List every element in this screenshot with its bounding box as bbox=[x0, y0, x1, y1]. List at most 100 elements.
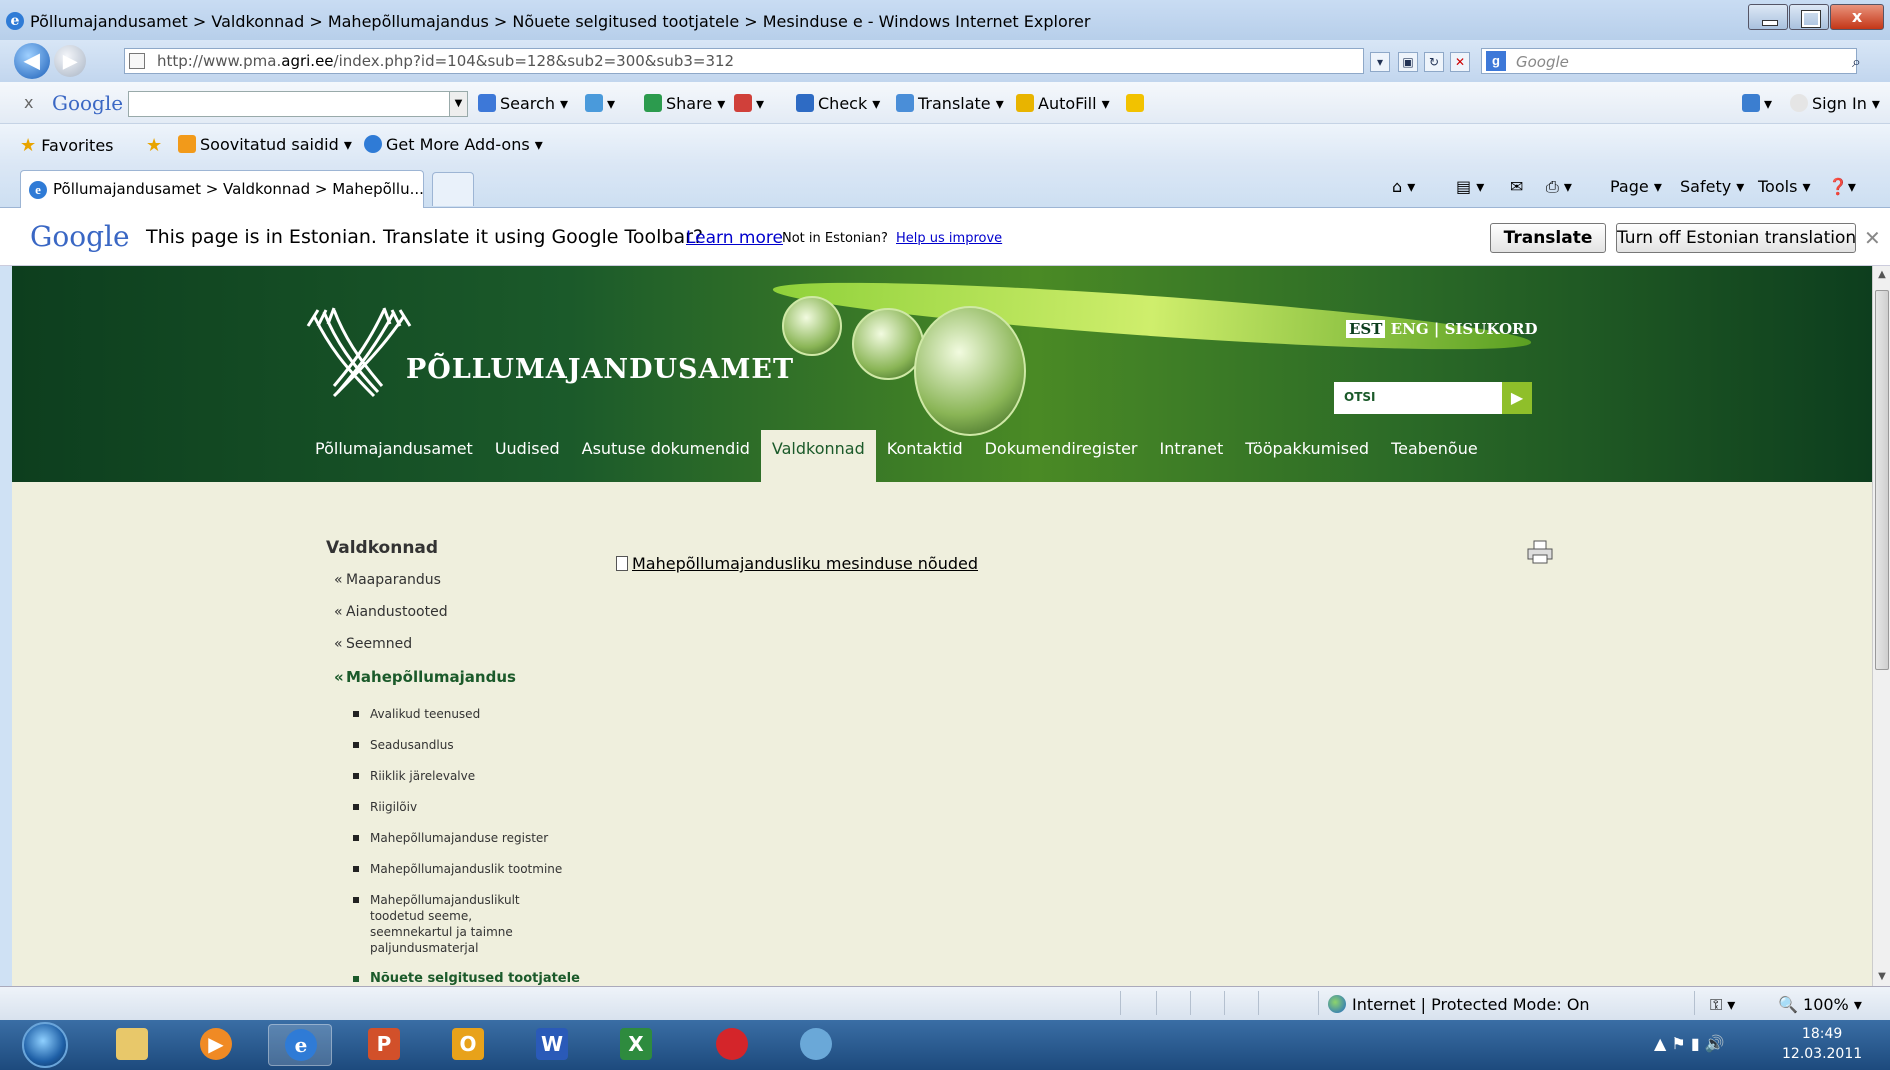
stop-icon[interactable]: ✕ bbox=[1450, 52, 1470, 72]
sidebar-subitem[interactable]: Riigilõiv bbox=[326, 799, 626, 815]
close-toolbar-icon[interactable]: x bbox=[24, 93, 33, 112]
toolbar-plus-button[interactable]: ▾ bbox=[585, 94, 615, 113]
taskbar-word[interactable]: W bbox=[520, 1024, 584, 1066]
nav-toopakkumised[interactable]: Tööpakkumised bbox=[1234, 430, 1380, 482]
search-box[interactable]: g Google bbox=[1481, 48, 1857, 74]
turn-off-translation-button[interactable]: Turn off Estonian translation bbox=[1616, 223, 1856, 253]
sitemap-link[interactable]: SISUKORD bbox=[1445, 320, 1538, 338]
divider bbox=[1156, 991, 1157, 1015]
help-improve-link[interactable]: Help us improve bbox=[896, 231, 1002, 246]
sidebar-subitem[interactable]: Mahepõllumajanduse register bbox=[326, 830, 626, 846]
taskbar-internet-explorer[interactable]: e bbox=[268, 1024, 332, 1066]
toolbar-search-button[interactable]: Search ▾ bbox=[478, 94, 568, 113]
tools-menu[interactable]: Tools ▾ bbox=[1758, 177, 1811, 196]
sidebar-item-maaparandus[interactable]: «Maaparandus bbox=[326, 572, 626, 604]
sidebar-subitem[interactable]: Mahepõllumajanduslik tootmine bbox=[326, 861, 626, 877]
water-drop-image bbox=[782, 296, 842, 356]
nav-valdkonnad[interactable]: Valdkonnad bbox=[760, 430, 876, 482]
scroll-thumb[interactable] bbox=[1875, 290, 1889, 670]
mail-icon[interactable]: ✉ bbox=[1510, 177, 1523, 196]
nav-asutuse-dokumendid[interactable]: Asutuse dokumendid bbox=[571, 430, 761, 482]
taskbar-excel[interactable]: X bbox=[604, 1024, 668, 1066]
address-input[interactable]: http://www.pma.agri.ee/index.php?id=104&… bbox=[124, 48, 1364, 74]
divider bbox=[1694, 991, 1695, 1015]
feeds-icon[interactable]: ▤ ▾ bbox=[1456, 177, 1484, 196]
main-nav: Põllumajandusamet Uudised Asutuse dokume… bbox=[304, 430, 1489, 482]
favorites-bar: ★ Favorites ★ Soovitatud saidid ▾ Get Mo… bbox=[0, 124, 1890, 164]
forward-button[interactable]: ▶ bbox=[54, 45, 86, 77]
sidebar-subitem[interactable]: Seadusandlus bbox=[326, 737, 626, 753]
site-search-input[interactable]: OTSI bbox=[1334, 382, 1502, 414]
compatibility-view-icon[interactable]: ▣ bbox=[1398, 52, 1418, 72]
security-status-icon[interactable]: ⚿ ▾ bbox=[1710, 995, 1735, 1015]
vertical-scrollbar[interactable]: ▲ ▼ bbox=[1872, 266, 1890, 986]
minimize-button[interactable] bbox=[1748, 4, 1788, 30]
site-logo-text[interactable]: PÕLLUMAJANDUSAMET bbox=[406, 354, 794, 385]
sidebar-item-aiandustooted[interactable]: «Aiandustooted bbox=[326, 604, 626, 636]
print-command-icon[interactable]: ⎙ ▾ bbox=[1546, 177, 1572, 197]
google-toolbar-search-input[interactable]: ▼ bbox=[128, 91, 468, 117]
learn-more-link[interactable]: Learn more bbox=[686, 228, 783, 248]
site-search-button[interactable]: ▶ bbox=[1502, 382, 1532, 414]
scroll-down-icon[interactable]: ▼ bbox=[1873, 968, 1890, 986]
nav-dokumendiregister[interactable]: Dokumendiregister bbox=[974, 430, 1149, 482]
close-translate-bar-icon[interactable]: ✕ bbox=[1864, 226, 1881, 250]
taskbar-explorer[interactable] bbox=[100, 1024, 164, 1066]
sidebar-subitem-active[interactable]: Nõuete selgitused tootjatele bbox=[326, 971, 626, 986]
print-icon[interactable] bbox=[1526, 540, 1554, 564]
taskbar-contacts[interactable] bbox=[784, 1024, 848, 1066]
sidebar-item-seemned[interactable]: «Seemned bbox=[326, 636, 626, 668]
chevron-down-icon[interactable]: ▼ bbox=[449, 92, 467, 116]
maximize-button[interactable] bbox=[1789, 4, 1829, 30]
security-zone[interactable]: Internet | Protected Mode: On bbox=[1328, 995, 1590, 1014]
system-tray[interactable]: ▲ ⚑ ▮ 🔊 bbox=[1654, 1034, 1725, 1053]
taskbar-powerpoint[interactable]: P bbox=[352, 1024, 416, 1066]
toolbar-check-button[interactable]: Check ▾ bbox=[796, 94, 880, 113]
toolbar-translate-button[interactable]: Translate ▾ bbox=[896, 94, 1004, 113]
lang-eng-link[interactable]: ENG bbox=[1391, 320, 1429, 338]
help-icon[interactable]: ❓▾ bbox=[1828, 177, 1856, 196]
taskbar-media-player[interactable]: ▶ bbox=[184, 1024, 248, 1066]
address-row: ◀ ▶ http://www.pma.agri.ee/index.php?id=… bbox=[0, 40, 1890, 82]
search-icon[interactable]: ⌕ bbox=[1852, 52, 1861, 72]
document-link[interactable]: Mahepõllumajandusliku mesinduse nõuded bbox=[616, 554, 978, 573]
nav-teabenoue[interactable]: Teabenõue bbox=[1380, 430, 1489, 482]
nav-uudised[interactable]: Uudised bbox=[484, 430, 571, 482]
toolbar-popup-blocker-button[interactable]: ▾ bbox=[734, 94, 764, 113]
nav-pollumajandusamet[interactable]: Põllumajandusamet bbox=[304, 430, 484, 482]
safety-menu[interactable]: Safety ▾ bbox=[1680, 177, 1744, 196]
nav-intranet[interactable]: Intranet bbox=[1149, 430, 1235, 482]
toolbar-autofill-button[interactable]: AutoFill ▾ bbox=[1016, 94, 1110, 113]
tab-active[interactable]: e Põllumajandusamet > Valdkonnad > Mahep… bbox=[20, 170, 424, 208]
translate-button[interactable]: Translate bbox=[1490, 223, 1606, 253]
taskbar-outlook[interactable]: O bbox=[436, 1024, 500, 1066]
folder-icon bbox=[116, 1028, 148, 1060]
wrench-icon[interactable]: ▾ bbox=[1742, 94, 1772, 113]
back-button[interactable]: ◀ bbox=[14, 43, 50, 79]
zoom-level[interactable]: 🔍 100% ▾ bbox=[1778, 995, 1862, 1014]
toolbar-share-button[interactable]: Share ▾ bbox=[644, 94, 725, 113]
home-icon[interactable]: ⌂ ▾ bbox=[1392, 177, 1415, 196]
get-addons-link[interactable]: Get More Add-ons ▾ bbox=[364, 135, 543, 154]
dropdown-icon[interactable]: ▾ bbox=[1370, 52, 1390, 72]
sidebar-subitem[interactable]: Mahepõllumajanduslikult toodetud seeme, … bbox=[326, 892, 526, 956]
suggested-sites-link[interactable]: Soovitatud saidid ▾ bbox=[178, 135, 352, 154]
sidebar-subitem[interactable]: Riiklik järelevalve bbox=[326, 768, 626, 784]
favorites-button[interactable]: ★ Favorites bbox=[20, 135, 114, 156]
lang-est-link[interactable]: EST bbox=[1346, 320, 1386, 338]
refresh-icon[interactable]: ↻ bbox=[1424, 52, 1444, 72]
clock[interactable]: 18:49 12.03.2011 bbox=[1782, 1024, 1862, 1064]
sidebar-item-mahepollumajandus[interactable]: «Mahepõllumajandus bbox=[326, 668, 626, 700]
add-favorite-icon[interactable]: ★ bbox=[146, 135, 162, 156]
sidebar-subitem[interactable]: Avalikud teenused bbox=[326, 706, 626, 722]
scroll-up-icon[interactable]: ▲ bbox=[1873, 266, 1890, 284]
sign-in-button[interactable]: Sign In ▾ bbox=[1790, 94, 1880, 113]
page-menu[interactable]: Page ▾ bbox=[1610, 177, 1662, 196]
highlighter-icon[interactable] bbox=[1126, 94, 1148, 113]
taskbar-digidoc[interactable] bbox=[700, 1024, 764, 1066]
start-button[interactable] bbox=[22, 1022, 68, 1068]
nav-kontaktid[interactable]: Kontaktid bbox=[876, 430, 974, 482]
divider bbox=[1224, 991, 1225, 1015]
new-tab-button[interactable] bbox=[432, 172, 474, 206]
close-window-button[interactable]: x bbox=[1830, 4, 1884, 30]
